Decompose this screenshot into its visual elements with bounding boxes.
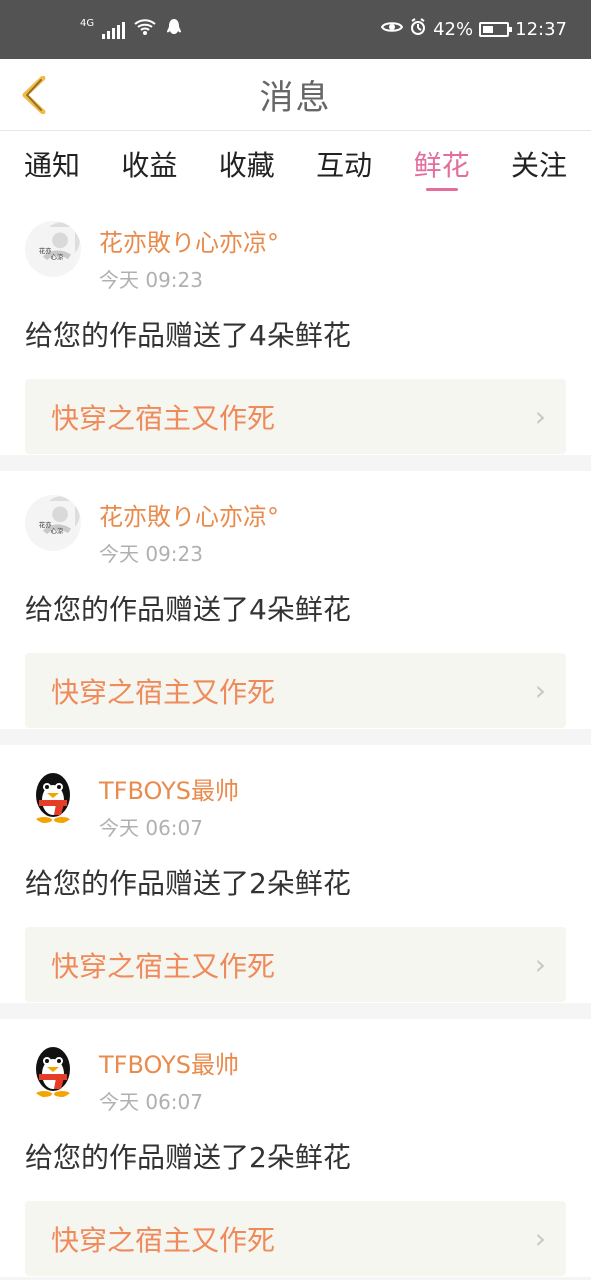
message-text: 给您的作品赠送了4朵鲜花 <box>25 319 351 352</box>
message-card: TFBOYS最帅 今天 06:07 给您的作品赠送了2朵鲜花 快穿之宿主又作死 … <box>0 745 591 1003</box>
tab-favorites[interactable]: 收藏 <box>219 131 275 197</box>
user-meta: 花亦敗り心亦凉° 今天 09:23 <box>99 495 279 567</box>
flower-avatar-icon: 花亦 心涼 <box>31 501 75 545</box>
page-title: 消息 <box>259 78 332 118</box>
work-title: 快穿之宿主又作死 <box>51 949 276 983</box>
work-title: 快穿之宿主又作死 <box>51 675 276 709</box>
message-header: TFBOYS最帅 今天 06:07 <box>25 769 566 855</box>
network-type: 4G <box>80 17 95 29</box>
work-link[interactable]: 快穿之宿主又作死 › <box>25 379 566 454</box>
work-link[interactable]: 快穿之宿主又作死 › <box>25 927 566 1002</box>
message-card: 花亦 心涼 花亦敗り心亦凉° 今天 09:23 给您的作品赠送了4朵鲜花 快穿之… <box>0 471 591 729</box>
tab-notifications[interactable]: 通知 <box>24 131 80 197</box>
penguin-icon <box>25 769 81 825</box>
work-title: 快穿之宿主又作死 <box>51 401 276 435</box>
eye-icon <box>380 19 404 40</box>
status-icons-left: 4G <box>80 17 183 42</box>
message-text: 给您的作品赠送了2朵鲜花 <box>25 867 351 900</box>
message-header: 花亦 心涼 花亦敗り心亦凉° 今天 09:23 <box>25 221 566 307</box>
chevron-right-icon: › <box>534 399 546 433</box>
message-header: 花亦 心涼 花亦敗り心亦凉° 今天 09:23 <box>25 495 566 581</box>
battery-icon <box>479 22 513 37</box>
username[interactable]: 花亦敗り心亦凉° <box>99 223 279 258</box>
svg-text:心涼: 心涼 <box>51 526 64 535</box>
message-card: TFBOYS最帅 今天 06:07 给您的作品赠送了2朵鲜花 快穿之宿主又作死 … <box>0 1019 591 1277</box>
wifi-icon <box>133 18 157 41</box>
chevron-right-icon: › <box>534 1221 546 1255</box>
work-link[interactable]: 快穿之宿主又作死 › <box>25 1201 566 1276</box>
message-time: 今天 06:07 <box>99 816 203 840</box>
message-card: 花亦 心涼 花亦敗り心亦凉° 今天 09:23 给您的作品赠送了4朵鲜花 快穿之… <box>0 197 591 455</box>
message-text: 给您的作品赠送了4朵鲜花 <box>25 593 351 626</box>
flower-avatar[interactable]: 花亦 心涼 <box>25 495 81 551</box>
penguin-icon <box>25 1043 81 1099</box>
work-link[interactable]: 快穿之宿主又作死 › <box>25 653 566 728</box>
battery-percent: 42% <box>433 19 474 40</box>
flower-avatar[interactable]: 花亦 心涼 <box>25 221 81 277</box>
top-nav: 消息 <box>0 59 591 131</box>
flower-message-list: 花亦 心涼 花亦敗り心亦凉° 今天 09:23 给您的作品赠送了4朵鲜花 快穿之… <box>0 197 591 1277</box>
message-time: 今天 09:23 <box>99 268 203 292</box>
user-meta: TFBOYS最帅 今天 06:07 <box>99 1043 239 1115</box>
qq-icon <box>165 17 183 42</box>
message-time: 今天 09:23 <box>99 542 203 566</box>
penguin-avatar[interactable] <box>25 769 81 825</box>
work-title: 快穿之宿主又作死 <box>51 1223 276 1257</box>
chevron-right-icon: › <box>534 947 546 981</box>
svg-text:花亦: 花亦 <box>39 246 52 255</box>
back-arrow-icon <box>22 76 46 114</box>
status-bar: 4G 42% 12:37 <box>0 0 591 59</box>
tab-interactions[interactable]: 互动 <box>316 131 372 197</box>
message-text: 给您的作品赠送了2朵鲜花 <box>25 1141 351 1174</box>
message-time: 今天 06:07 <box>99 1090 203 1114</box>
svg-text:花亦: 花亦 <box>39 520 52 529</box>
clock-time: 12:37 <box>515 19 567 40</box>
signal-icon <box>102 21 126 39</box>
tab-following[interactable]: 关注 <box>511 131 567 197</box>
user-meta: TFBOYS最帅 今天 06:07 <box>99 769 239 841</box>
chevron-right-icon: › <box>534 673 546 707</box>
username[interactable]: TFBOYS最帅 <box>99 1045 239 1080</box>
tab-flowers[interactable]: 鲜花 <box>414 131 470 197</box>
back-button[interactable] <box>14 73 54 117</box>
username[interactable]: TFBOYS最帅 <box>99 771 239 806</box>
message-header: TFBOYS最帅 今天 06:07 <box>25 1043 566 1129</box>
svg-text:心涼: 心涼 <box>51 252 64 261</box>
alarm-icon <box>409 18 427 41</box>
user-meta: 花亦敗り心亦凉° 今天 09:23 <box>99 221 279 293</box>
flower-avatar-icon: 花亦 心涼 <box>31 227 75 271</box>
tab-earnings[interactable]: 收益 <box>121 131 177 197</box>
status-icons-right: 42% 12:37 <box>380 18 567 41</box>
username[interactable]: 花亦敗り心亦凉° <box>99 497 279 532</box>
penguin-avatar[interactable] <box>25 1043 81 1099</box>
message-tabs: 通知 收益 收藏 互动 鲜花 关注 <box>0 131 591 197</box>
